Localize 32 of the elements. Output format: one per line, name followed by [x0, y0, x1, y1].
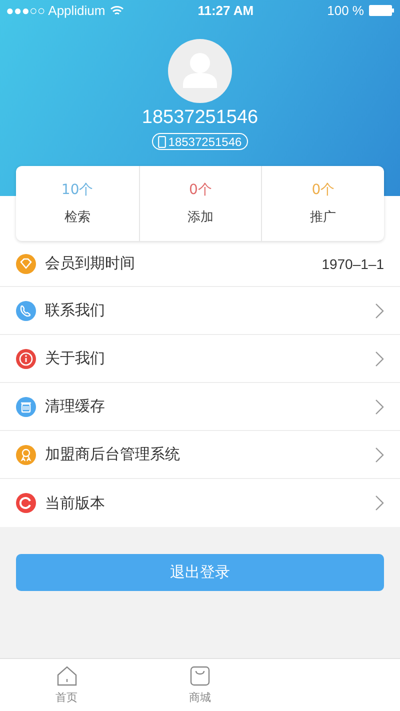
mobile-phone-icon: [158, 136, 166, 148]
avatar[interactable]: [168, 39, 232, 103]
menu-label: 联系我们: [45, 301, 106, 320]
menu-item[interactable]: 清理缓存: [0, 383, 400, 431]
carrier-label: ●●●○○ Applidium: [6, 2, 106, 18]
menu-label: 清理缓存: [45, 397, 106, 416]
shopping-bag-icon: [188, 665, 211, 687]
menu-item[interactable]: 联系我们: [0, 287, 400, 335]
stat-label: 检索: [64, 209, 90, 226]
time-label: 11:27 AM: [198, 2, 254, 18]
tab-item[interactable]: 商城: [133, 659, 267, 711]
stat-label: 添加: [187, 209, 214, 226]
stat-value: 10个: [61, 181, 94, 199]
menu-item[interactable]: 关于我们: [0, 335, 400, 383]
menu-item[interactable]: 加盟商后台管理系统: [0, 431, 400, 479]
menu-label: 加盟商后台管理系统: [45, 445, 181, 464]
home-icon: [56, 665, 78, 687]
menu-label: 当前版本: [45, 494, 106, 512]
menu-label: 会员到期时间: [45, 254, 136, 273]
menu-item[interactable]: 当前版本: [0, 479, 400, 527]
battery-label: 100 %: [327, 2, 364, 18]
phone-number: 18537251546: [168, 134, 242, 148]
expiry-date: 1970–1–1: [322, 256, 384, 272]
menu-item[interactable]: 会员到期时间 1970–1–1: [0, 241, 400, 287]
battery-icon: [368, 4, 394, 16]
username: 18537251546: [142, 107, 258, 129]
stat-label: 推广: [310, 209, 336, 226]
wifi-icon: [110, 4, 124, 16]
tab-item[interactable]: 首页: [0, 659, 134, 711]
menu-label: 关于我们: [45, 349, 106, 368]
stat-value: 0个: [312, 181, 335, 199]
stat-value: 0个: [189, 181, 212, 199]
